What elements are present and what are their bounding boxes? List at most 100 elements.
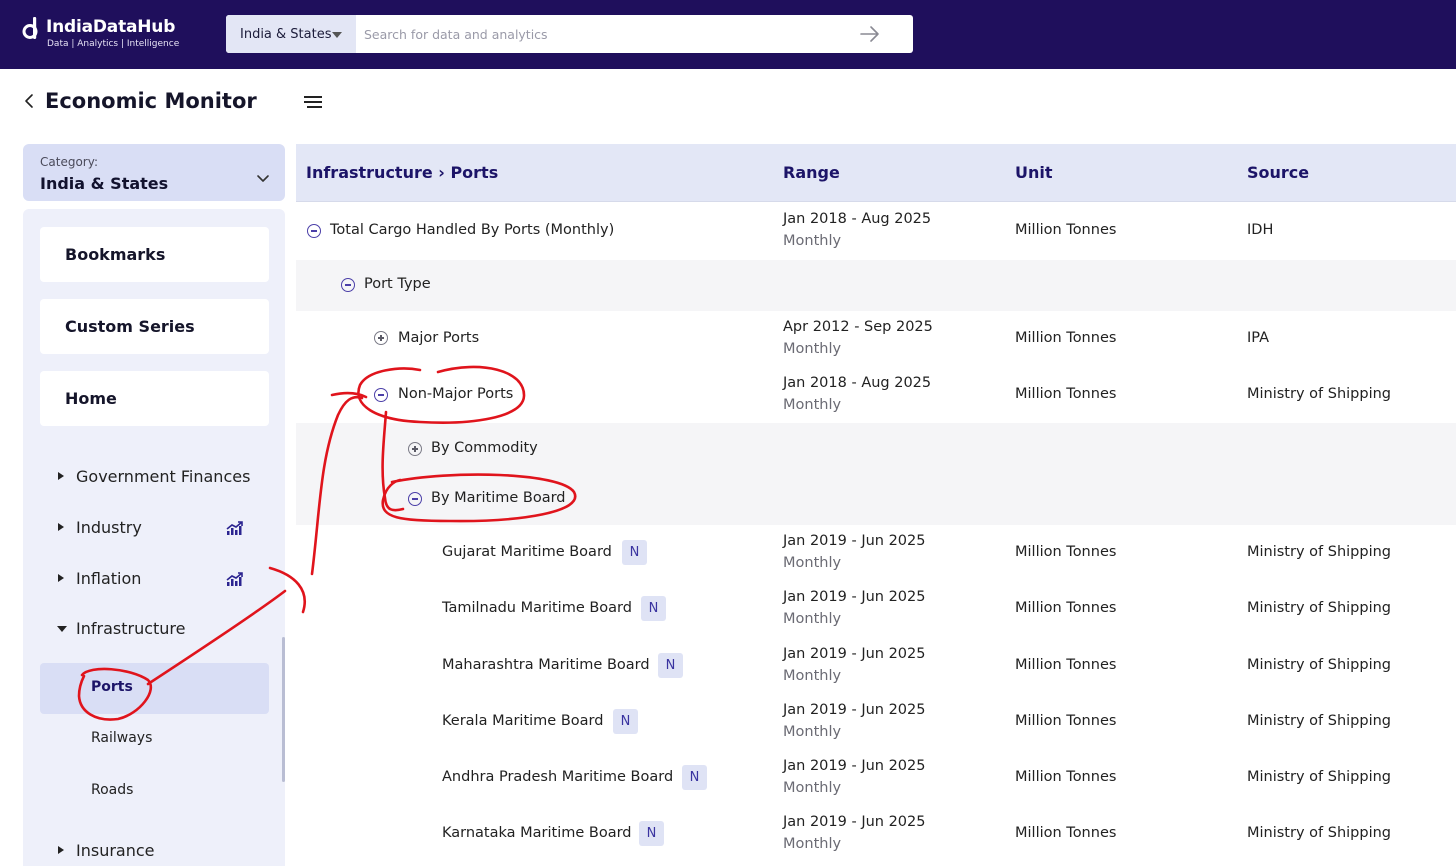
range-dates: Jan 2018 - Aug 2025 [783,375,932,391]
logo-title: IndiaDataHub [46,17,176,37]
table-row[interactable]: Maharashtra Maritime Board N Jan 2019 - … [296,637,1456,694]
collapse-icon[interactable] [374,388,388,402]
sidebar-card-home[interactable]: Home [40,371,269,426]
sidebar-subitem-railways[interactable]: Railways [91,730,152,746]
sidebar-item-label: Industry [76,518,142,537]
logo-icon [22,17,38,39]
table-row[interactable]: Port Type [296,260,1456,311]
range-dates: Jan 2019 - Jun 2025 [783,646,926,662]
range-dates: Apr 2012 - Sep 2025 [783,319,933,335]
source-cell: Ministry of Shipping [1247,769,1391,785]
collapse-icon[interactable] [341,278,355,292]
expand-arrow-icon [58,574,64,582]
expand-arrow-icon [58,523,64,531]
unit-cell: Million Tonnes [1015,825,1117,841]
source-cell: Ministry of Shipping [1247,657,1391,673]
range-dates: Jan 2019 - Jun 2025 [783,758,926,774]
column-header-source: Source [1247,163,1310,182]
source-cell: Ministry of Shipping [1247,544,1391,560]
series-name: Major Ports [398,330,480,346]
column-header-range: Range [783,163,840,182]
new-badge: N [613,709,638,734]
table-row[interactable]: Andhra Pradesh Maritime Board N Jan 2019… [296,750,1456,806]
table-row[interactable]: Tamilnadu Maritime Board N Jan 2019 - Ju… [296,581,1456,637]
chevron-down-icon [257,175,269,182]
table-row[interactable]: By Commodity [296,423,1456,474]
scope-dropdown-label: India & States [240,27,332,42]
menu-icon[interactable] [303,94,323,110]
table-row[interactable]: Kerala Maritime Board N Jan 2019 - Jun 2… [296,694,1456,750]
search-bar: India & States [226,15,913,53]
trend-chart-icon [226,521,243,535]
sidebar-scrollbar[interactable] [282,637,285,782]
sidebar-card-bookmarks[interactable]: Bookmarks [40,227,269,282]
table-header: Infrastructure › Ports Range Unit Source [296,144,1456,202]
expand-icon[interactable] [408,442,422,456]
source-cell: Ministry of Shipping [1247,386,1391,402]
table-row[interactable]: Major Ports Apr 2012 - Sep 2025 Monthly … [296,311,1456,367]
caret-down-icon [332,32,342,38]
expand-arrow-icon [58,472,64,480]
source-cell: IPA [1247,330,1270,346]
breadcrumb: Infrastructure › Ports [306,163,499,182]
table-row[interactable]: Total Cargo Handled By Ports (Monthly) J… [296,203,1456,260]
category-label: Category: [40,155,98,169]
search-input[interactable] [356,15,856,53]
series-name: Kerala Maritime Board [442,713,604,729]
group-name: Port Type [364,276,431,292]
scope-dropdown[interactable]: India & States [226,15,356,53]
series-name: Non-Major Ports [398,386,514,402]
back-chevron-icon[interactable] [22,92,36,110]
logo-subtitle: Data | Analytics | Intelligence [47,39,180,49]
new-badge: N [639,821,664,846]
source-cell: Ministry of Shipping [1247,825,1391,841]
category-dropdown[interactable]: Category: India & States [23,144,285,201]
table-row[interactable]: Gujarat Maritime Board N Jan 2019 - Jun … [296,525,1456,581]
expand-icon[interactable] [374,331,388,345]
group-name: By Commodity [431,440,538,456]
unit-cell: Million Tonnes [1015,600,1117,616]
unit-cell: Million Tonnes [1015,544,1117,560]
sidebar-card-custom-series[interactable]: Custom Series [40,299,269,354]
sidebar-item-label: Insurance [76,841,155,860]
collapse-arrow-icon [57,626,67,632]
range-frequency: Monthly [783,555,842,571]
collapse-icon[interactable] [408,492,422,506]
series-name: Total Cargo Handled By Ports (Monthly) [330,222,615,238]
range-frequency: Monthly [783,836,842,852]
unit-cell: Million Tonnes [1015,713,1117,729]
range-frequency: Monthly [783,397,842,413]
data-table: Infrastructure › Ports Range Unit Source… [296,144,1456,866]
source-cell: Ministry of Shipping [1247,600,1391,616]
arrow-right-icon[interactable] [859,25,881,43]
source-cell: IDH [1247,222,1274,238]
unit-cell: Million Tonnes [1015,386,1117,402]
range-dates: Jan 2019 - Jun 2025 [783,533,926,549]
new-badge: N [658,653,683,678]
new-badge: N [622,540,647,565]
table-row[interactable]: By Maritime Board [296,474,1456,525]
column-header-unit: Unit [1015,163,1053,182]
range-dates: Jan 2019 - Jun 2025 [783,589,926,605]
collapse-icon[interactable] [307,224,321,238]
category-value: India & States [40,174,169,193]
series-name: Tamilnadu Maritime Board [442,600,632,616]
range-frequency: Monthly [783,341,842,357]
range-frequency: Monthly [783,668,842,684]
unit-cell: Million Tonnes [1015,330,1117,346]
range-dates: Jan 2018 - Aug 2025 [783,211,932,227]
range-frequency: Monthly [783,233,842,249]
series-name: Gujarat Maritime Board [442,544,612,560]
table-row[interactable]: Karnataka Maritime Board N Jan 2019 - Ju… [296,806,1456,866]
unit-cell: Million Tonnes [1015,657,1117,673]
sidebar-item-label: Infrastructure [76,619,186,638]
new-badge: N [641,596,666,621]
range-frequency: Monthly [783,611,842,627]
sidebar-subitem-ports[interactable]: Ports [40,663,269,714]
group-name: By Maritime Board [431,490,566,506]
sidebar-item-label: Government Finances [76,467,251,486]
sidebar-subitem-roads[interactable]: Roads [91,782,133,798]
sidebar-item-label: Inflation [76,569,142,588]
range-frequency: Monthly [783,724,842,740]
table-row[interactable]: Non-Major Ports Jan 2018 - Aug 2025 Mont… [296,367,1456,423]
